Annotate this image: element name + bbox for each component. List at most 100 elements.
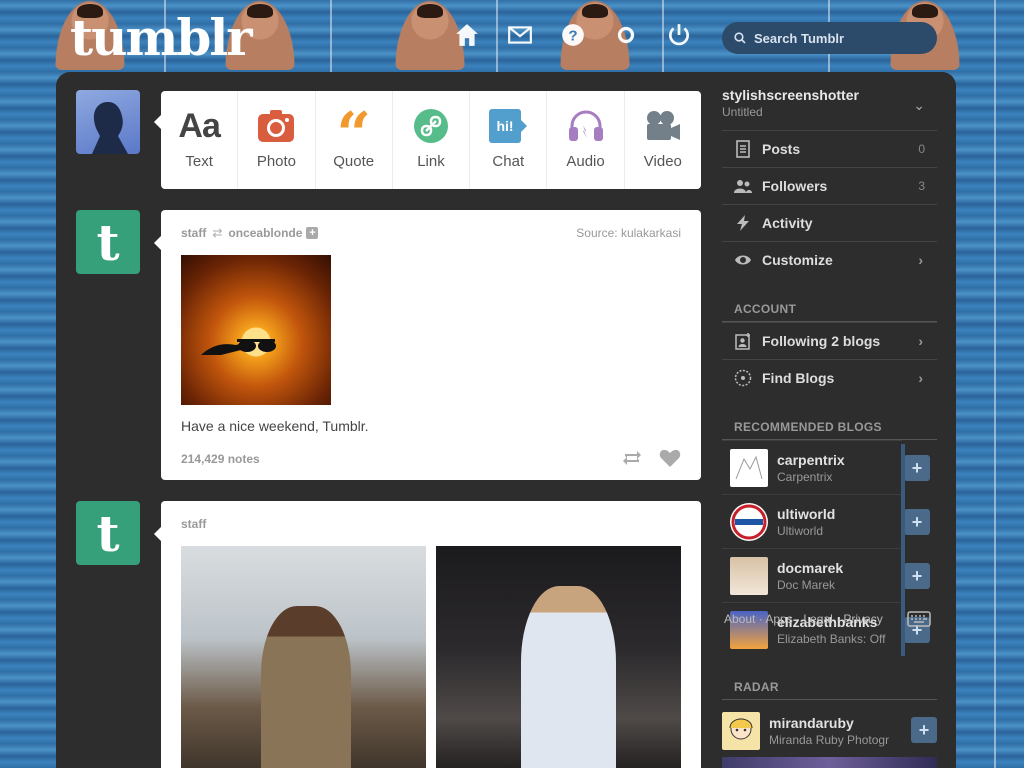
mail-icon[interactable] xyxy=(507,22,533,48)
audio-icon xyxy=(567,105,605,147)
home-icon[interactable] xyxy=(454,22,480,48)
compass-icon xyxy=(732,368,754,388)
followers-count: 3 xyxy=(918,179,925,193)
blog-avatar xyxy=(730,448,768,487)
blog-avatar xyxy=(730,502,768,541)
followers-icon xyxy=(732,176,754,196)
sidebar-item-label: Find Blogs xyxy=(762,370,835,386)
tumblr-logo[interactable]: tumblr xyxy=(70,8,253,67)
reblogged-from[interactable]: onceablonde xyxy=(228,226,302,240)
post-photo-runway-2[interactable] xyxy=(436,546,681,768)
blog-switcher[interactable]: stylishscreenshotter Untitled ⌄ xyxy=(722,87,937,119)
blog-name: stylishscreenshotter xyxy=(722,87,859,103)
post-header: staff ⇄ onceablonde + Source: kulakarkas… xyxy=(181,226,681,240)
following-icon xyxy=(732,331,754,351)
chevron-right-icon: › xyxy=(918,252,923,268)
power-icon[interactable] xyxy=(666,22,692,48)
post-type-video[interactable]: Video xyxy=(625,91,701,189)
sidebar-item-activity[interactable]: Activity xyxy=(722,204,937,241)
post-card: staff xyxy=(161,501,701,768)
sidebar-item-following[interactable]: Following 2 blogs › xyxy=(722,322,937,359)
post-source[interactable]: Source: kulakarkasi xyxy=(576,226,681,240)
camera-icon xyxy=(257,105,295,147)
follow-plus-button[interactable]: + xyxy=(904,455,930,481)
runway-model xyxy=(521,586,616,768)
runway-model xyxy=(261,606,351,768)
post-type-photo[interactable]: Photo xyxy=(238,91,316,189)
post-type-link[interactable]: Link xyxy=(393,91,471,189)
chevron-right-icon: › xyxy=(918,333,923,349)
recommended-blog[interactable]: elizabethbanks Elizabeth Banks: Off xyxy=(722,602,902,656)
blog-name: carpentrix xyxy=(777,451,845,468)
follow-plus-button[interactable]: + xyxy=(904,509,930,535)
recommended-blog[interactable]: docmarek Doc Marek xyxy=(722,548,902,602)
footer-links-overlay[interactable]: About · Apps · Legal · Privacy xyxy=(724,612,883,626)
radar-heading: RADAR xyxy=(734,680,779,694)
blog-name: docmarek xyxy=(777,559,844,576)
quote-icon: “ xyxy=(336,100,371,170)
svg-text:?: ? xyxy=(568,27,577,44)
like-heart-icon[interactable] xyxy=(659,448,681,468)
post-caption: Have a nice weekend, Tumblr. xyxy=(181,418,369,434)
blog-name: ultiworld xyxy=(777,505,836,522)
post-author[interactable]: staff xyxy=(181,517,206,531)
account-heading: ACCOUNT xyxy=(734,302,797,316)
sidebar-item-posts[interactable]: Posts 0 xyxy=(722,130,937,167)
follow-plus-button[interactable]: + xyxy=(911,717,937,743)
post-caret xyxy=(154,527,161,541)
post-actions xyxy=(621,448,681,468)
radar-blog[interactable]: mirandaruby Miranda Ruby Photogr xyxy=(722,704,902,758)
staff-avatar[interactable]: t xyxy=(76,501,140,565)
post-caret xyxy=(154,236,161,250)
sidebar-item-find-blogs[interactable]: Find Blogs › xyxy=(722,359,937,396)
post-type-audio[interactable]: Audio xyxy=(547,91,625,189)
search-placeholder: Search Tumblr xyxy=(754,30,845,46)
text-icon: Aa xyxy=(178,106,220,145)
settings-icon[interactable] xyxy=(613,22,639,48)
chevron-down-icon: ⌄ xyxy=(913,97,925,113)
blog-title: Elizabeth Banks: Off xyxy=(777,631,886,646)
posts-count: 0 xyxy=(918,142,925,156)
post-photo-sunset[interactable] xyxy=(181,255,331,405)
recommended-heading: RECOMMENDED BLOGS xyxy=(734,420,882,434)
blog-title: Untitled xyxy=(722,105,763,119)
post-card: staff ⇄ onceablonde + Source: kulakarkas… xyxy=(161,210,701,480)
search-input[interactable]: Search Tumblr xyxy=(722,22,937,54)
post-photo-runway-1[interactable] xyxy=(181,546,426,768)
reblog-icon: ⇄ xyxy=(212,226,223,240)
activity-icon xyxy=(732,213,754,233)
blog-title: Miranda Ruby Photogr xyxy=(769,733,890,747)
sidebar-item-label: Activity xyxy=(762,215,813,231)
divider xyxy=(722,699,937,700)
chat-icon: hi! xyxy=(488,105,528,147)
radar-image[interactable] xyxy=(722,757,937,768)
blog-name: mirandaruby xyxy=(769,715,854,731)
user-avatar[interactable] xyxy=(76,90,140,154)
posts-icon xyxy=(732,139,754,159)
staff-avatar[interactable]: t xyxy=(76,210,140,274)
sidebar-item-customize[interactable]: Customize › xyxy=(722,241,937,278)
source-name: kulakarkasi xyxy=(620,226,681,240)
recommended-blog[interactable]: carpentrix Carpentrix xyxy=(722,440,902,494)
help-icon[interactable]: ? xyxy=(560,22,586,48)
post-type-chat[interactable]: hi! Chat xyxy=(470,91,548,189)
follow-plus-icon[interactable]: + xyxy=(306,227,319,239)
sidebar-item-label: Customize xyxy=(762,252,833,268)
sidebar-item-label: Following 2 blogs xyxy=(762,333,881,349)
follow-plus-button[interactable]: + xyxy=(904,563,930,589)
avatar-caret xyxy=(154,115,161,129)
post-type-quote[interactable]: “ Quote xyxy=(316,91,393,189)
notes-count[interactable]: 214,429 notes xyxy=(181,452,260,466)
blog-avatar xyxy=(722,712,760,750)
post-author[interactable]: staff xyxy=(181,226,206,240)
post-type-text[interactable]: Aa Text xyxy=(161,91,239,189)
sidebar-item-label: Posts xyxy=(762,141,801,157)
sidebar-item-followers[interactable]: Followers 3 xyxy=(722,167,937,204)
source-label: Source: xyxy=(576,226,618,240)
keyboard-icon[interactable] xyxy=(907,610,931,628)
post-type-bar: Aa Text Photo “ Quote Link hi! Chat Audi… xyxy=(161,91,701,189)
svg-text:hi!: hi! xyxy=(497,118,514,134)
reblog-icon[interactable] xyxy=(621,448,643,468)
recommended-scrollbar[interactable] xyxy=(901,444,905,656)
recommended-blog[interactable]: ultiworld Ultiworld xyxy=(722,494,902,548)
